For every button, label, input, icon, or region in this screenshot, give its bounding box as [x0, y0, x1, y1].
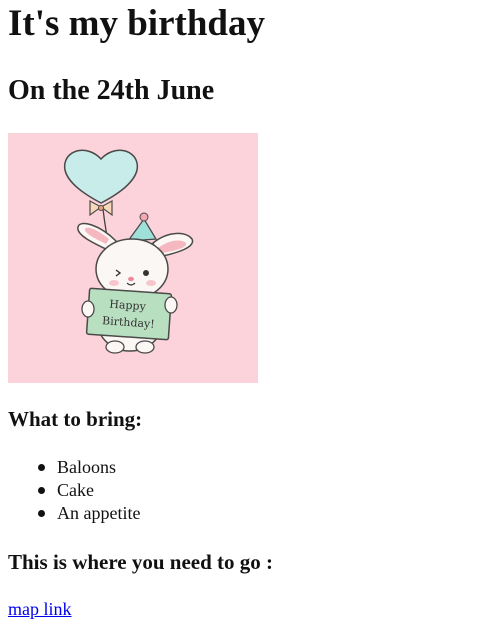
bullet-icon	[38, 510, 45, 517]
sign-text-happy: Happy	[109, 298, 147, 314]
event-date: On the 24th June	[8, 75, 215, 106]
list-item-label: Cake	[57, 480, 94, 500]
bring-heading: What to bring:	[8, 407, 143, 431]
list-item-label: An appetite	[57, 503, 141, 523]
list-item: Baloons	[38, 456, 140, 479]
list-item: An appetite	[38, 502, 141, 525]
bullet-icon	[38, 464, 45, 471]
list-item: Cake	[38, 479, 140, 502]
bullet-icon	[38, 487, 45, 494]
birthday-sign	[85, 287, 173, 341]
directions-heading: This is where you need to go :	[8, 550, 274, 574]
list-item-label: Baloons	[57, 457, 117, 477]
bring-list: Baloons Cake An appetite	[8, 456, 140, 525]
map-link[interactable]: map link	[8, 598, 72, 621]
bunny-illustration: Happy Birthday!	[8, 133, 258, 383]
birthday-bunny-image: Happy Birthday!	[8, 133, 258, 383]
page-title: It's my birthday	[8, 3, 265, 44]
